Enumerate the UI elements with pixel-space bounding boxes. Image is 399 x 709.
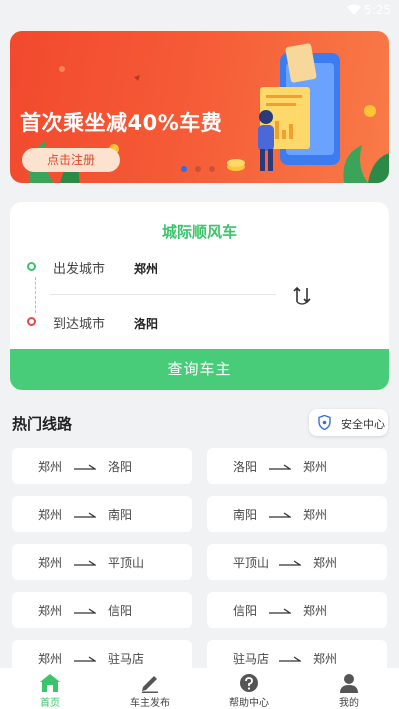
nav-item-publish[interactable]: 车主发布 [110, 668, 190, 709]
safety-center-button[interactable]: 安全中心 [309, 409, 388, 436]
promo-banner[interactable]: 首次乘坐减40%车费 点击注册 [10, 31, 389, 183]
nav-item-help[interactable]: 帮助中心 [209, 668, 289, 709]
nav-label-help: 帮助中心 [229, 698, 269, 709]
route-from: 郑州 [38, 604, 63, 618]
arrow-right-icon [74, 512, 96, 518]
arrow-right-icon [74, 608, 96, 614]
banner-title: 首次乘坐减40%车费 [20, 111, 223, 135]
route-card[interactable]: 信阳 郑州 [207, 592, 387, 628]
from-city-field[interactable]: 郑州 [134, 260, 158, 277]
route-card[interactable]: 南阳 郑州 [207, 496, 387, 532]
wifi-icon [347, 4, 361, 15]
route-from: 郑州 [38, 556, 63, 570]
route-to: 信阳 [108, 604, 133, 618]
route-from: 郑州 [38, 460, 63, 474]
query-driver-button[interactable]: 查询车主 [10, 349, 389, 390]
route-card[interactable]: 平顶山 郑州 [207, 544, 387, 580]
route-to: 郑州 [303, 508, 328, 522]
banner-dot[interactable] [181, 166, 187, 172]
search-card: 城际顺风车 出发城市 郑州 到达城市 洛阳 查询车主 [10, 202, 389, 390]
route-to: 郑州 [313, 556, 338, 570]
arrow-right-icon [74, 560, 96, 566]
route-card[interactable]: 郑州 洛阳 [12, 448, 192, 484]
from-label: 出发城市 [53, 262, 106, 277]
route-to: 郑州 [313, 652, 338, 666]
route-to: 郑州 [303, 460, 328, 474]
nav-label-home: 首页 [40, 698, 60, 709]
route-from: 平顶山 [233, 556, 270, 570]
edit-icon [142, 676, 158, 693]
hot-routes-title: 热门线路 [12, 415, 73, 433]
help-icon [240, 674, 258, 692]
route-from: 郑州 [38, 508, 63, 522]
route-card[interactable]: 郑州 南阳 [12, 496, 192, 532]
arrow-right-icon [74, 464, 96, 470]
banner-dot[interactable] [195, 166, 201, 172]
safety-center-label: 安全中心 [341, 418, 385, 431]
arrow-right-icon [269, 464, 291, 470]
nav-label-profile: 我的 [339, 698, 359, 709]
route-connector [35, 277, 36, 313]
nav-item-home[interactable]: 首页 [10, 668, 90, 709]
status-time: 5:25 [364, 3, 391, 17]
nav-label-publish: 车主发布 [130, 698, 170, 709]
register-button[interactable]: 点击注册 [22, 148, 120, 172]
route-card[interactable]: 郑州 平顶山 [12, 544, 192, 580]
arrow-right-icon [74, 656, 96, 662]
route-card[interactable]: 洛阳 郑州 [207, 448, 387, 484]
field-divider [50, 294, 276, 295]
route-card[interactable]: 郑州 信阳 [12, 592, 192, 628]
shield-icon [318, 415, 331, 430]
banner-dot[interactable] [209, 166, 215, 172]
user-icon [340, 674, 358, 693]
route-from: 郑州 [38, 652, 63, 666]
route-to: 洛阳 [108, 460, 133, 474]
bottom-nav: 首页 车主发布 帮助中心 我的 [0, 668, 399, 709]
route-card[interactable]: 驻马店 郑州 [207, 640, 387, 668]
route-to: 南阳 [108, 508, 133, 522]
to-marker-icon [27, 317, 36, 326]
route-to: 驻马店 [108, 652, 145, 666]
route-to: 郑州 [303, 604, 328, 618]
route-from: 洛阳 [233, 460, 258, 474]
arrow-right-icon [269, 512, 291, 518]
to-label: 到达城市 [53, 317, 106, 332]
nav-item-profile[interactable]: 我的 [309, 668, 389, 709]
swap-icon[interactable] [292, 284, 312, 306]
arrow-right-icon [269, 608, 291, 614]
home-icon [40, 674, 60, 692]
to-city-field[interactable]: 洛阳 [134, 315, 158, 332]
banner-pagination [181, 166, 215, 172]
route-to: 平顶山 [108, 556, 145, 570]
arrow-right-icon [279, 656, 301, 662]
arrow-right-icon [279, 560, 301, 566]
route-from: 驻马店 [233, 652, 270, 666]
status-bar: 5:25 [0, 0, 399, 22]
from-marker-icon [27, 262, 36, 271]
route-card[interactable]: 郑州 驻马店 [12, 640, 192, 668]
route-from: 信阳 [233, 604, 258, 618]
route-from: 南阳 [233, 508, 258, 522]
card-title: 城际顺风车 [161, 223, 237, 241]
